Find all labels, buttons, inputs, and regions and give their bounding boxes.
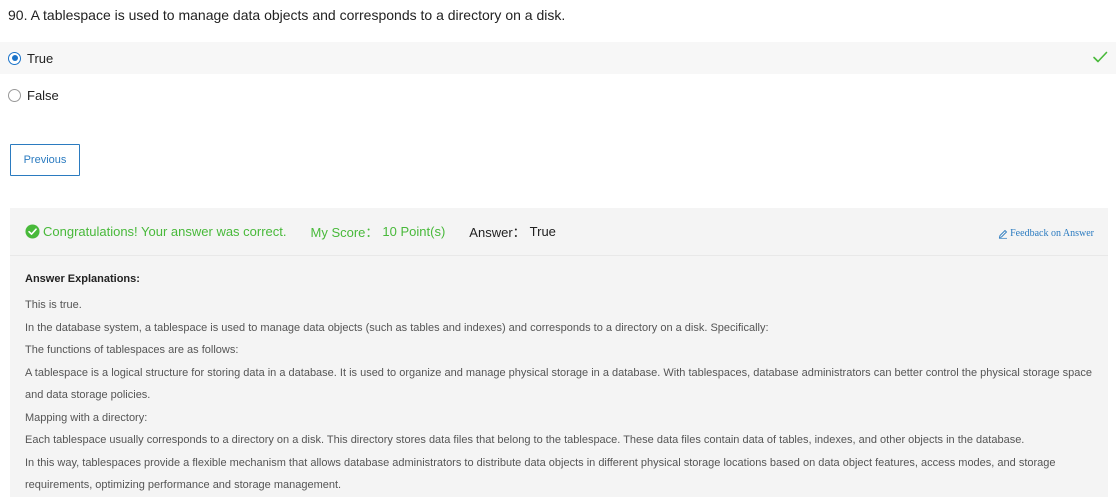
- score-value: 10 Point(s): [382, 224, 446, 239]
- feedback-label: Feedback on Answer: [1010, 228, 1094, 239]
- answer-explanations: Answer Explanations: This is true. In th…: [10, 256, 1108, 497]
- option-label: False: [27, 87, 59, 103]
- explanation-paragraph: A tablespace is a logical structure for …: [25, 366, 1093, 402]
- feedback-link[interactable]: Feedback on Answer: [998, 228, 1094, 239]
- explanation-paragraph: The functions of tablespaces are as foll…: [25, 344, 239, 356]
- explanation-paragraph: This is true.: [25, 299, 82, 311]
- result-panel: Congratulations! Your answer was correct…: [10, 208, 1108, 497]
- pencil-icon: [999, 229, 1008, 239]
- result-header: Congratulations! Your answer was correct…: [10, 208, 1108, 256]
- explanation-paragraph: Each tablespace usually corresponds to a…: [25, 434, 1025, 446]
- radio-true[interactable]: [8, 51, 21, 65]
- congrats-message: Congratulations! Your answer was correct…: [43, 224, 287, 239]
- explanation-paragraph: In the database system, a tablespace is …: [25, 321, 769, 334]
- option-label: True: [27, 50, 54, 66]
- explanation-paragraph: In this way, tablespaces provide a flexi…: [25, 456, 1056, 492]
- answer-label: Answer：: [469, 225, 526, 240]
- check-circle-icon: [25, 224, 40, 239]
- option-false[interactable]: False: [0, 79, 1116, 111]
- question-text: 90. A tablespace is used to manage data …: [8, 7, 566, 23]
- answer-value: True: [529, 224, 556, 239]
- option-true[interactable]: True: [0, 42, 1116, 74]
- explanation-paragraph: Mapping with a directory:: [25, 411, 148, 424]
- radio-false[interactable]: [8, 88, 21, 102]
- explanation-title: Answer Explanations:: [25, 273, 140, 285]
- checkmark-icon: [1093, 51, 1108, 63]
- score-label: My Score：: [310, 225, 379, 240]
- previous-button[interactable]: Previous: [10, 144, 80, 176]
